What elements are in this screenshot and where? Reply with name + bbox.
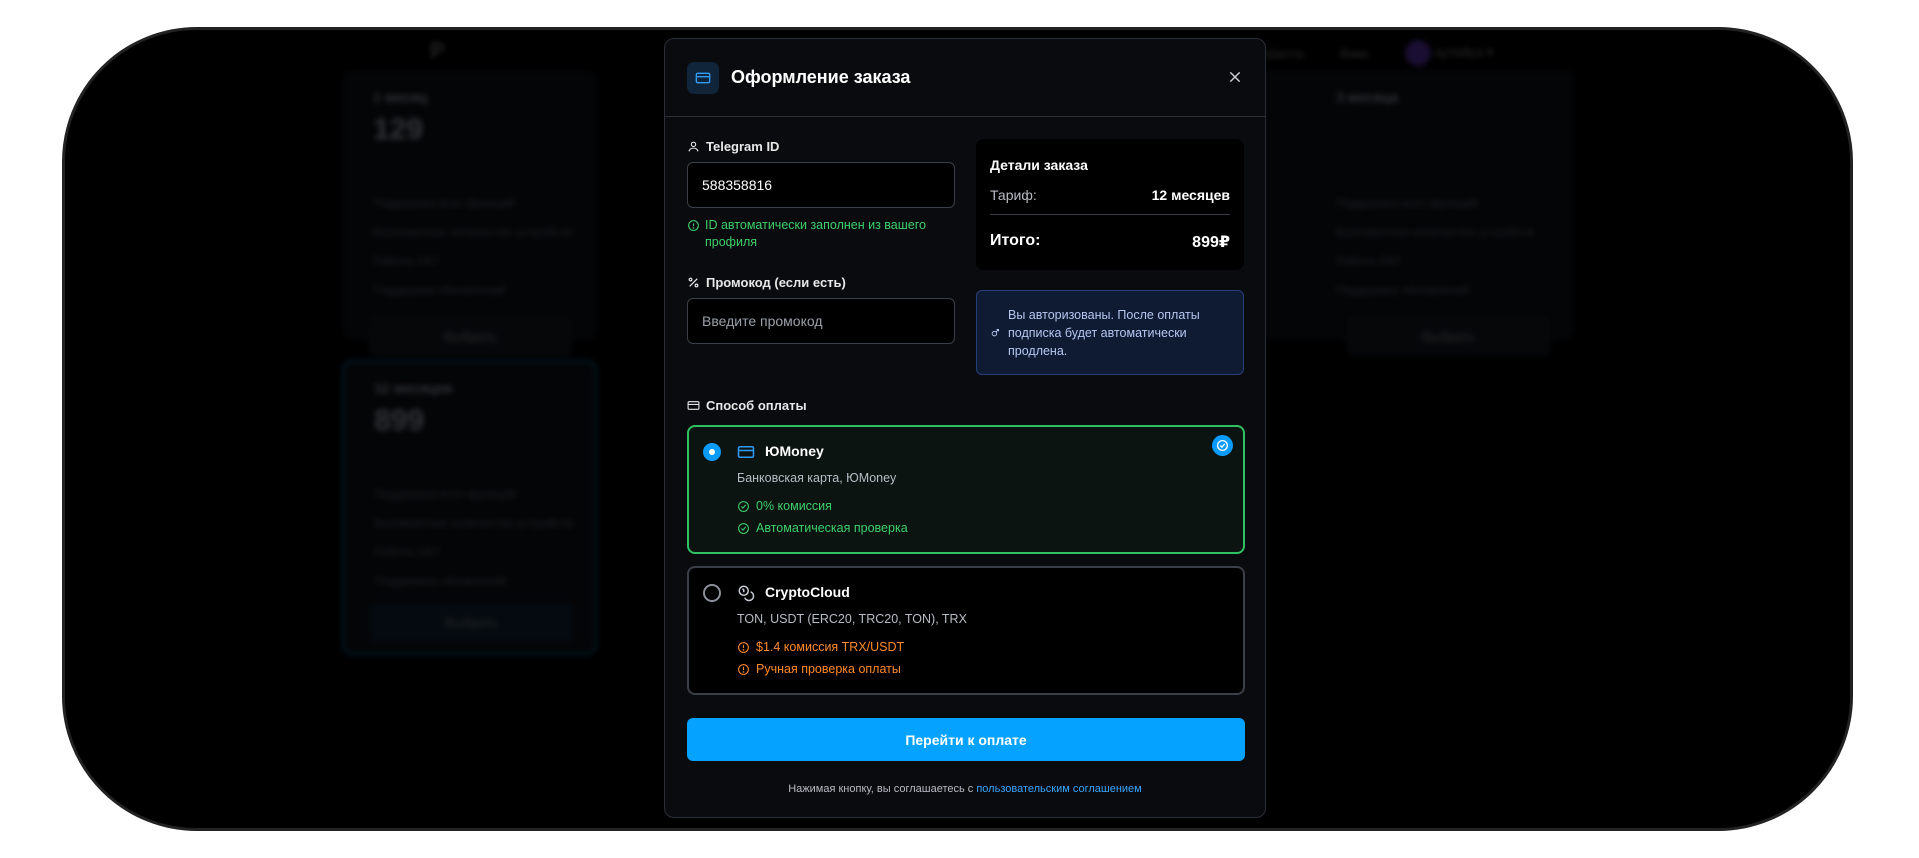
payment-name: ЮMoney [765,443,824,459]
total-value: 899₽ [1192,234,1230,251]
terms-text: Нажимая кнопку, вы соглашаетесь с [788,783,974,795]
order-tariff-row: Тариф: 12 месяцев [990,187,1230,203]
close-button[interactable] [1225,67,1245,87]
percent-icon [688,277,699,288]
modal-header: Оформление заказа [665,39,1265,117]
order-divider [990,214,1230,215]
payment-feature-text: Автоматическая проверка [756,521,908,535]
payment-desc: TON, USDT (ERC20, TRC20, TON), TRX [737,612,967,626]
auth-notice-text: Вы авторизованы. После оплаты подписка б… [1008,307,1200,358]
order-total-row: Итого: 899₽ [990,232,1230,252]
payment-feature: $1.4 комиссия TRX/USDT [737,640,904,654]
check-circle-icon [738,522,749,534]
payment-method-label-text: Способ оплаты [706,398,807,413]
payment-feature-text: 0% комиссия [756,499,832,513]
total-label: Итого: [990,232,1041,249]
payment-feature-text: $1.4 комиссия TRX/USDT [756,640,905,654]
order-details-title: Детали заказа [990,157,1088,173]
credit-card-icon [687,401,700,410]
auth-notice: Вы авторизованы. После оплаты подписка б… [976,290,1244,375]
telegram-id-label: Telegram ID [687,139,779,154]
checkout-modal: Оформление заказа Telegram ID ID автомат… [664,38,1266,818]
tariff-value: 12 месяцев [1151,187,1230,203]
payment-feature: 0% комиссия [737,499,832,513]
info-icon [688,220,699,231]
terms-link[interactable]: пользовательским соглашением [976,783,1141,795]
telegram-id-hint: ID автоматически заполнен из вашего проф… [687,217,957,251]
telegram-id-hint-text: ID автоматически заполнен из вашего проф… [705,218,926,249]
telegram-id-label-text: Telegram ID [706,139,780,154]
payment-desc: Банковская карта, ЮMoney [737,471,897,485]
payment-option-yoomoney[interactable]: ЮMoney Банковская карта, ЮMoney 0% комис… [687,425,1245,554]
credit-card-icon [737,446,755,458]
telegram-id-input[interactable] [687,162,955,208]
payment-name: CryptoCloud [765,584,850,600]
check-circle-icon [738,500,749,512]
device-frame: P Шалта Вики aySidlya ▾ 1 месяц 129 Подд… [62,27,1853,831]
terms-notice: Нажимая кнопку, вы соглашаетесь с пользо… [665,783,1265,795]
payment-feature: Ручная проверка оплаты [737,662,901,676]
user-icon [688,141,699,152]
order-details: Детали заказа Тариф: 12 месяцев Итого: 8… [976,139,1244,270]
credit-card-icon [687,61,719,94]
promo-label: Промокод (если есть) [687,275,846,290]
payment-option-cryptocloud[interactable]: CryptoCloud TON, USDT (ERC20, TRC20, TON… [687,566,1245,695]
selected-check-icon [1212,435,1233,456]
payment-feature-text: Ручная проверка оплаты [756,662,901,676]
alert-circle-icon [738,663,749,675]
radio-selected[interactable] [703,443,721,461]
radio-unselected[interactable] [703,584,721,602]
promo-code-input[interactable] [687,298,955,344]
proceed-to-payment-button[interactable]: Перейти к оплате [687,718,1245,761]
modal-title: Оформление заказа [731,67,911,87]
alert-circle-icon [738,641,749,653]
close-icon [1229,71,1241,83]
payment-method-label: Способ оплаты [687,398,807,413]
coins-icon [738,585,755,602]
promo-label-text: Промокод (если есть) [706,275,846,290]
tariff-label: Тариф: [990,187,1037,203]
payment-feature: Автоматическая проверка [737,521,908,535]
info-icon [991,329,999,337]
